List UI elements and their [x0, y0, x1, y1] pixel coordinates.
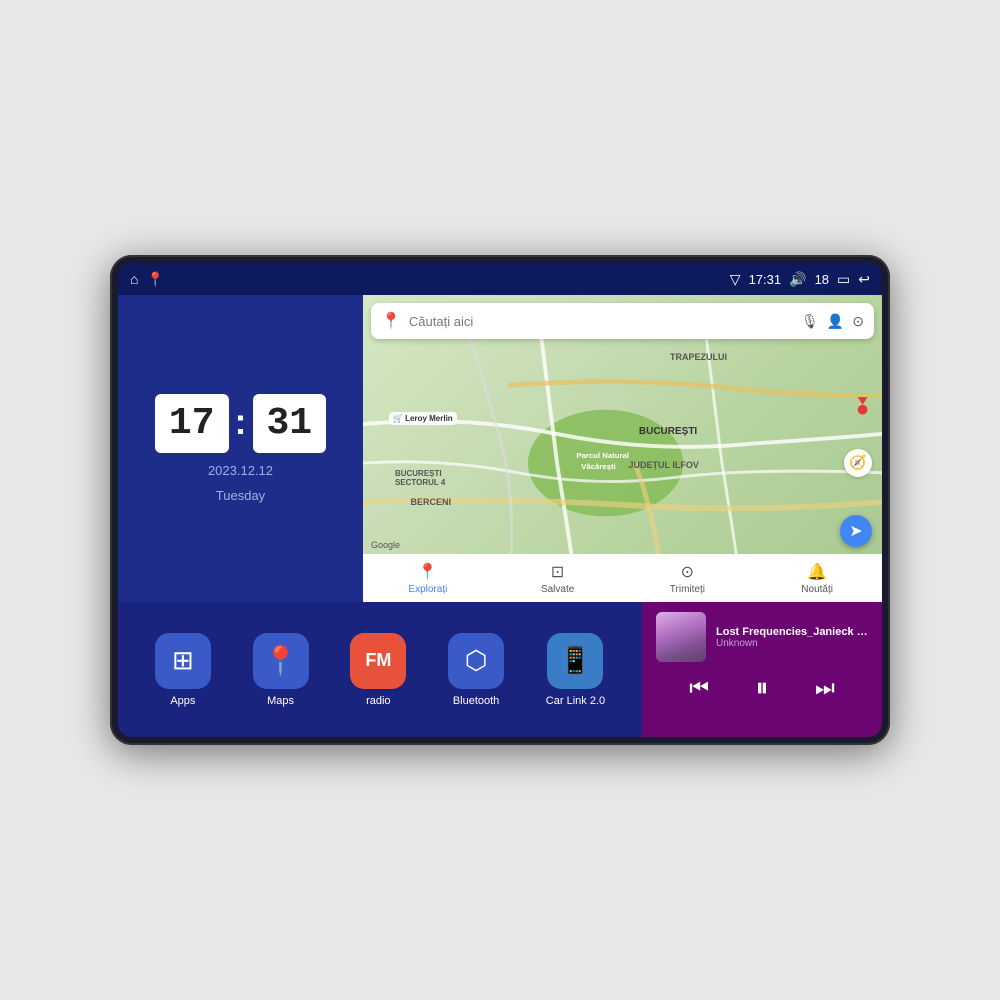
music-artist: Unknown — [716, 638, 868, 649]
device-screen: ⌂ 📍 ▽ 17:31 🔊 18 ▭ ↩ 17 : — [118, 263, 882, 737]
status-bar-right: ▽ 17:31 🔊 18 ▭ ↩ — [730, 271, 870, 288]
user-icon[interactable]: 👤 — [827, 313, 844, 330]
battery-level: 18 — [815, 272, 829, 287]
album-art-inner — [656, 612, 706, 662]
status-bar: ⌂ 📍 ▽ 17:31 🔊 18 ▭ ↩ — [118, 263, 882, 295]
map-search-text[interactable]: Căutați aici — [409, 314, 793, 329]
map-bottom-nav: 📍 Explorați ⊡ Salvate ⊙ Trimiteți 🔔 — [363, 554, 882, 602]
map-nav-explore-label: Explorați — [408, 584, 447, 595]
map-pin-icon: 📍 — [381, 311, 401, 331]
app-item-bluetooth[interactable]: ⬡ Bluetooth — [448, 633, 504, 707]
clock-widget: 17 : 31 2023.12.12 Tuesday — [118, 295, 363, 602]
play-pause-button[interactable]: ⏸ — [755, 672, 768, 704]
maps-icon: 📍 — [263, 644, 298, 677]
apps-icon: ⊞ — [172, 645, 194, 676]
bluetooth-icon: ⬡ — [465, 645, 488, 676]
music-player: Lost Frequencies_Janieck Devy-... Unknow… — [642, 602, 882, 737]
car-headunit-device: ⌂ 📍 ▽ 17:31 🔊 18 ▭ ↩ 17 : — [110, 255, 890, 745]
main-content: 17 : 31 2023.12.12 Tuesday Parcul N — [118, 295, 882, 737]
map-navigate-button[interactable]: ➤ — [840, 515, 872, 547]
app-item-apps[interactable]: ⊞ Apps — [155, 633, 211, 707]
bt-icon-wrapper: ⬡ — [448, 633, 504, 689]
map-label-trapezului: TRAPEZULUI — [664, 350, 733, 364]
carlink-icon: 📱 — [559, 645, 591, 676]
svg-text:Parcul Natural: Parcul Natural — [576, 451, 629, 460]
map-label-bucuresti: BUCUREȘTI — [633, 424, 703, 439]
map-nav-explore[interactable]: 📍 Explorați — [363, 558, 493, 599]
bluetooth-label: Bluetooth — [453, 695, 499, 707]
mic-icon[interactable]: 🎙 — [801, 313, 819, 330]
status-bar-left: ⌂ 📍 — [130, 271, 164, 288]
clock-hours: 17 — [155, 394, 229, 453]
radio-icon-wrapper: FM — [350, 633, 406, 689]
news-icon: 🔔 — [807, 562, 827, 582]
map-search-bar[interactable]: 📍 Căutați aici 🎙 👤 ⊙ — [371, 303, 874, 339]
explore-icon: 📍 — [418, 562, 438, 582]
map-nav-send[interactable]: ⊙ Trimiteți — [623, 558, 753, 599]
music-controls: ⏮ ⏸ ⏭ — [656, 668, 868, 708]
top-row: 17 : 31 2023.12.12 Tuesday Parcul N — [118, 295, 882, 602]
album-art — [656, 612, 706, 662]
saved-icon: ⊡ — [551, 562, 564, 582]
music-title: Lost Frequencies_Janieck Devy-... — [716, 626, 868, 638]
map-widget[interactable]: Parcul Natural Văcărești — [363, 295, 882, 602]
layers-icon[interactable]: ⊙ — [852, 313, 864, 330]
home-icon[interactable]: ⌂ — [130, 271, 138, 287]
app-item-radio[interactable]: FM radio — [350, 633, 406, 707]
map-label-leroy: 🛒 Leroy Merlin — [389, 412, 457, 425]
music-top: Lost Frequencies_Janieck Devy-... Unknow… — [656, 612, 868, 662]
clock-colon: : — [235, 401, 247, 443]
app-item-maps[interactable]: 📍 Maps — [253, 633, 309, 707]
map-nav-saved[interactable]: ⊡ Salvate — [493, 558, 623, 599]
radio-icon: FM — [365, 650, 391, 671]
carlink-icon-wrapper: 📱 — [547, 633, 603, 689]
radio-label: radio — [366, 695, 390, 707]
bottom-row: ⊞ Apps 📍 Maps FM radio — [118, 602, 882, 737]
app-item-carlink[interactable]: 📱 Car Link 2.0 — [546, 633, 605, 707]
battery-icon: ▭ — [837, 271, 850, 288]
clock-day: Tuesday — [216, 488, 265, 503]
clock-minutes: 31 — [253, 394, 327, 453]
map-search-icons: 🎙 👤 ⊙ — [801, 313, 864, 330]
map-nav-saved-label: Salvate — [541, 584, 574, 595]
map-label-sectorul4: BUCUREȘTISECTORUL 4 — [389, 467, 451, 489]
next-button[interactable]: ⏭ — [815, 675, 835, 701]
map-label-berceni: BERCENI — [405, 495, 458, 509]
back-icon[interactable]: ↩ — [858, 271, 870, 288]
maps-icon-wrapper: 📍 — [253, 633, 309, 689]
send-icon: ⊙ — [681, 562, 694, 582]
signal-icon: ▽ — [730, 271, 741, 288]
svg-text:Văcărești: Văcărești — [581, 462, 615, 471]
apps-row: ⊞ Apps 📍 Maps FM radio — [118, 602, 642, 737]
apps-icon-wrapper: ⊞ — [155, 633, 211, 689]
map-nav-news[interactable]: 🔔 Noutăți — [752, 558, 882, 599]
map-nav-send-label: Trimiteți — [670, 584, 705, 595]
prev-button[interactable]: ⏮ — [689, 675, 709, 701]
volume-icon[interactable]: 🔊 — [789, 271, 806, 288]
clock-display: 17 : 31 — [155, 394, 326, 453]
maps-status-icon[interactable]: 📍 — [146, 271, 163, 288]
carlink-label: Car Link 2.0 — [546, 695, 605, 707]
maps-label: Maps — [267, 695, 294, 707]
time-display: 17:31 — [749, 272, 782, 287]
map-nav-news-label: Noutăți — [801, 584, 833, 595]
map-label-ilfov: JUDEȚUL ILFOV — [623, 458, 705, 472]
music-info: Lost Frequencies_Janieck Devy-... Unknow… — [716, 626, 868, 649]
map-compass[interactable]: 🧭 — [844, 449, 872, 477]
google-watermark: Google — [371, 540, 400, 550]
apps-label: Apps — [170, 695, 195, 707]
clock-date: 2023.12.12 — [208, 463, 273, 478]
